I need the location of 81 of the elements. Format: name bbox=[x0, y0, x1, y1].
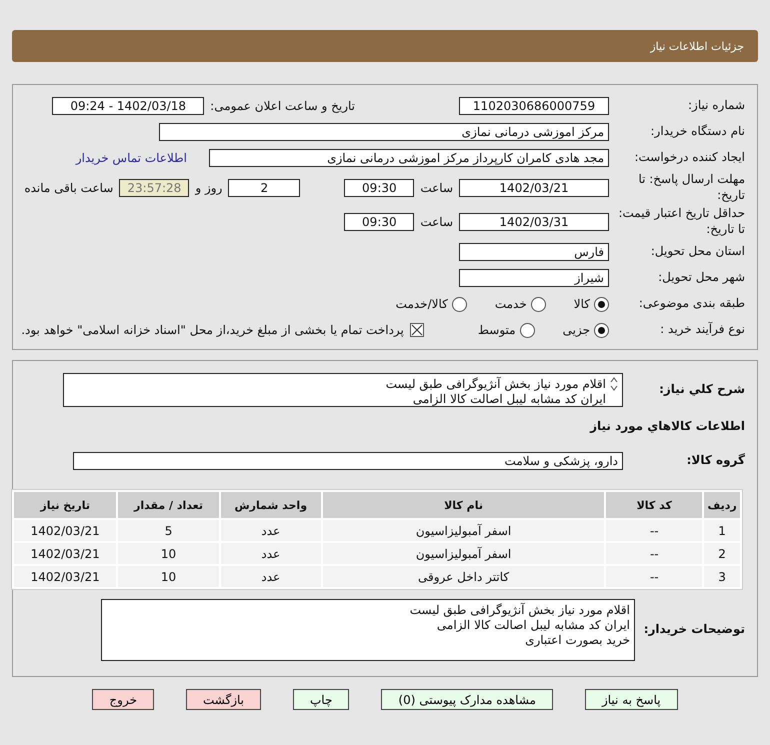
text-line: اقلام مورد نیاز بخش آنژیوگرافی طبق لیست bbox=[386, 377, 606, 392]
field-label: روز و bbox=[195, 181, 222, 195]
field-label: تاریخ و ساعت اعلان عمومی: bbox=[210, 99, 355, 113]
table-cell: عدد bbox=[220, 520, 321, 541]
table-cell: -- bbox=[606, 520, 702, 541]
table-cell: عدد bbox=[220, 543, 321, 564]
field-label: ساعت bbox=[420, 215, 453, 229]
radio-button[interactable] bbox=[520, 322, 535, 338]
radio-label: خدمت bbox=[494, 297, 527, 311]
requester-field: مجد هادی کامران کارپرداز مرکز اموزشی درمانی نمازی bbox=[209, 149, 609, 167]
validity-date-field: 1402/03/31 bbox=[459, 213, 609, 231]
city-field: شیراز bbox=[459, 269, 609, 287]
summary-textarea[interactable]: اقلام مورد نیاز بخش آنژیوگرافی طبق لیست ایران کد مشابه لیبل اصالت کالا الزامی bbox=[63, 373, 623, 407]
checkbox[interactable] bbox=[410, 323, 424, 337]
text-line: اقلام مورد نیاز بخش آنژیوگرافی طبق لیست bbox=[410, 603, 630, 618]
buyer-org-field: مرکز اموزشی درمانی نمازی bbox=[159, 123, 609, 141]
field-label: شهر محل تحویل: bbox=[657, 270, 745, 286]
column-header: تاریخ نیاز bbox=[14, 492, 116, 518]
need-number-field: 1102030686000759 bbox=[459, 97, 609, 115]
field-label: نام دستگاه خریدار: bbox=[650, 124, 745, 140]
text-line: خرید بصورت اعتباری bbox=[524, 633, 630, 648]
field-label: توضیحات خریدار: bbox=[642, 622, 745, 638]
table-cell: 2 bbox=[704, 543, 740, 564]
field-label: ساعت bbox=[420, 181, 453, 195]
table-cell: 1402/03/21 bbox=[14, 543, 116, 564]
table-cell: 10 bbox=[118, 566, 219, 587]
text-line: ایران کد مشابه لیبل اصالت کالا الزامی bbox=[412, 392, 606, 407]
table-cell: کاتتر داخل عروقی bbox=[322, 566, 604, 587]
table-cell: 1402/03/21 bbox=[14, 520, 116, 541]
action-button[interactable]: مشاهده مدارک پیوستی (0) bbox=[381, 689, 553, 710]
table-cell: اسفر آمبولیزاسیون bbox=[322, 520, 604, 541]
action-button[interactable]: چاپ bbox=[293, 689, 350, 710]
column-header: ردیف bbox=[704, 492, 740, 518]
radio-button[interactable] bbox=[452, 296, 467, 312]
field-label: شرح کلي نیاز: bbox=[658, 382, 745, 398]
field-label: نوع فرآیند خرید : bbox=[659, 322, 745, 338]
table-cell: -- bbox=[606, 566, 702, 587]
field-label: ایجاد کننده درخواست: bbox=[633, 150, 745, 166]
field-label: مهلت ارسال پاسخ: تا تاریخ: bbox=[637, 172, 745, 204]
buyer-contact-link[interactable]: اطلاعات تماس خریدار bbox=[76, 151, 187, 165]
field-label: شماره نیاز: bbox=[687, 98, 745, 114]
table-cell: 5 bbox=[118, 520, 219, 541]
deadline-time-field: 09:30 bbox=[344, 179, 414, 197]
table-cell: 1402/03/21 bbox=[14, 566, 116, 587]
field-label: طبقه بندی موضوعی: bbox=[638, 296, 745, 312]
days-field: 2 bbox=[228, 179, 300, 197]
table-cell: عدد bbox=[220, 566, 321, 587]
text-line: ایران کد مشابه لیبل اصالت کالا الزامی bbox=[436, 618, 630, 633]
radio-label: کالا bbox=[574, 297, 590, 311]
page-title: جزئیات اطلاعات نیاز bbox=[650, 40, 744, 52]
radio-button[interactable] bbox=[594, 322, 609, 338]
announce-date-field: 1402/03/18 - 09:24 bbox=[52, 97, 204, 115]
field-label: گروه کالا: bbox=[686, 453, 745, 469]
scroll-arrows-icon[interactable] bbox=[610, 377, 618, 391]
column-header: واحد شمارش bbox=[220, 492, 321, 518]
province-field: فارس bbox=[459, 243, 609, 261]
checkbox-label: پرداخت تمام یا بخشی از مبلغ خرید،از محل "اسناد خزانه اسلامی" خواهد بود. bbox=[21, 323, 404, 337]
radio-label: جزیی bbox=[562, 323, 590, 337]
table-cell: 1 bbox=[704, 520, 740, 541]
table-cell: 3 bbox=[704, 566, 740, 587]
column-header: کد کالا bbox=[606, 492, 702, 518]
deadline-date-field: 1402/03/21 bbox=[459, 179, 609, 197]
action-button[interactable]: بازگشت bbox=[186, 689, 261, 710]
field-label: استان محل تحویل: bbox=[650, 244, 745, 260]
field-label: ساعت باقی مانده bbox=[24, 181, 114, 195]
radio-button[interactable] bbox=[594, 296, 609, 312]
remaining-time-field: 23:57:28 bbox=[119, 179, 190, 197]
table-cell: -- bbox=[606, 543, 702, 564]
section-title: اطلاعات کالاهاي مورد نیاز bbox=[590, 419, 745, 433]
goods-group-field: دارو، پزشکی و سلامت bbox=[73, 452, 623, 470]
column-header: نام کالا bbox=[322, 492, 604, 518]
action-button[interactable]: پاسخ به نیاز bbox=[584, 689, 678, 710]
table-cell: 10 bbox=[118, 543, 219, 564]
radio-button[interactable] bbox=[530, 296, 546, 312]
field-label: حداقل تاریخ اعتبار قیمت: تا تاریخ: bbox=[617, 206, 745, 238]
radio-label: متوسط bbox=[478, 323, 516, 337]
column-header: تعداد / مقدار bbox=[118, 492, 219, 518]
action-button[interactable]: خروج bbox=[92, 689, 154, 710]
radio-label: کالا/خدمت bbox=[396, 297, 448, 311]
validity-time-field: 09:30 bbox=[344, 213, 414, 231]
table-cell: اسفر آمبولیزاسیون bbox=[322, 543, 604, 564]
